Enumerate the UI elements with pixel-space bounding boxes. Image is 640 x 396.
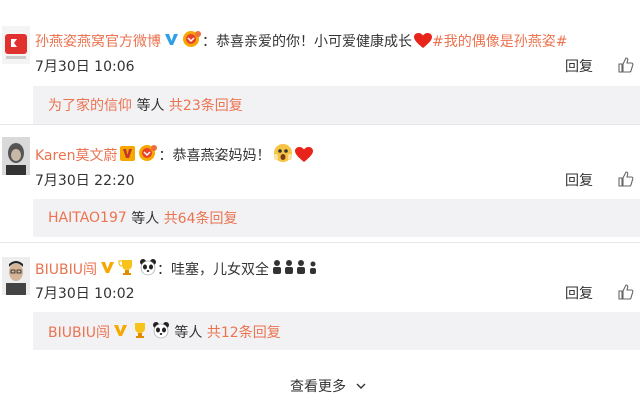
thumbs-up-icon[interactable] xyxy=(618,284,634,300)
sub-reply-middle: 等人 xyxy=(169,325,207,341)
sub-reply-count[interactable]: 共23条回复 xyxy=(169,95,243,115)
comment-username[interactable]: 孙燕姿燕窝官方微博 xyxy=(35,31,161,51)
avatar[interactable] xyxy=(2,26,30,64)
orange-v-icon[interactable] xyxy=(100,260,115,279)
comment-username[interactable]: Karen莫文蔚 xyxy=(35,145,117,165)
comment-time: 7月30日 22:20 xyxy=(35,173,135,189)
reply-button[interactable]: 回复 xyxy=(565,283,593,303)
chevron-down-icon xyxy=(356,379,366,395)
avatar[interactable] xyxy=(2,257,30,295)
reply-button[interactable]: 回复 xyxy=(565,56,593,76)
comment-item: Karen莫文蔚 ：恭喜燕姿妈妈！ 7月30日 22:20 回复 HAITAO1… xyxy=(0,125,640,243)
sub-reply-summary[interactable]: 为了家的信仰 等人 共23条回复 xyxy=(33,86,640,124)
panda-icon xyxy=(139,258,157,280)
comment-line: Karen莫文蔚 ：恭喜燕姿妈妈！ xyxy=(35,143,314,167)
heart-icon xyxy=(414,33,432,49)
vip-badge-icon[interactable] xyxy=(138,144,158,166)
comment-line: 孙燕姿燕窝官方微博 ：恭喜亲爱的你！小可爱健康成长 #我的偶像是孙燕姿# xyxy=(35,30,567,52)
sub-reply-middle: 等人 xyxy=(126,211,164,227)
thumbs-up-icon[interactable] xyxy=(618,171,634,187)
sub-reply-middle: 等人 xyxy=(132,98,169,114)
sub-reply-count[interactable]: 共64条回复 xyxy=(164,208,238,228)
orange-v-icon[interactable] xyxy=(113,323,128,342)
comment-time: 7月30日 10:02 xyxy=(35,286,135,302)
comment-username[interactable]: BIUBIU闯 xyxy=(35,259,97,279)
sub-reply-count[interactable]: 共12条回复 xyxy=(207,322,281,342)
comment-text: ：恭喜燕姿妈妈！ xyxy=(158,148,271,164)
comment-line: BIUBIU闯 ：哇塞，儿女双全 xyxy=(35,258,320,280)
trophy-badge-icon[interactable] xyxy=(118,258,136,280)
trophy-badge-icon[interactable] xyxy=(131,321,149,343)
comment-item: 孙燕姿燕窝官方微博 ：恭喜亲爱的你！小可爱健康成长 #我的偶像是孙燕姿# 7月3… xyxy=(0,0,640,125)
comment-text: ：恭喜亲爱的你！小可爱健康成长 xyxy=(202,34,412,50)
scared-emoji-icon xyxy=(273,143,293,167)
orange-v-icon[interactable] xyxy=(120,145,136,165)
sub-reply-user[interactable]: 为了家的信仰 xyxy=(48,95,132,115)
topic-link[interactable]: #我的偶像是孙燕姿# xyxy=(432,31,567,51)
sub-reply-summary[interactable]: BIUBIU闯 等人 共12条回复 xyxy=(33,312,640,350)
vip-badge-icon[interactable] xyxy=(182,30,202,52)
view-more-link[interactable]: 查看更多 xyxy=(290,376,366,396)
sub-reply-summary[interactable]: HAITAO197 等人 共64条回复 xyxy=(33,199,640,237)
comment-time: 7月30日 10:06 xyxy=(35,59,135,75)
avatar[interactable] xyxy=(2,137,30,175)
view-more-label: 查看更多 xyxy=(290,379,346,395)
family-emoji-icon xyxy=(272,259,320,279)
thumbs-up-icon[interactable] xyxy=(618,57,634,73)
sub-reply-user[interactable]: HAITAO197 xyxy=(48,210,127,226)
sub-reply-user[interactable]: BIUBIU闯 xyxy=(48,322,110,342)
panda-icon xyxy=(152,321,170,343)
comment-item: BIUBIU闯 ：哇塞，儿女双全 7月30日 10:02 回复 BIUBIU闯 xyxy=(0,243,640,373)
blue-v-icon[interactable] xyxy=(164,32,179,51)
heart-icon xyxy=(295,147,314,163)
comment-text: ：哇塞，儿女双全 xyxy=(156,262,269,278)
reply-button[interactable]: 回复 xyxy=(565,170,593,190)
